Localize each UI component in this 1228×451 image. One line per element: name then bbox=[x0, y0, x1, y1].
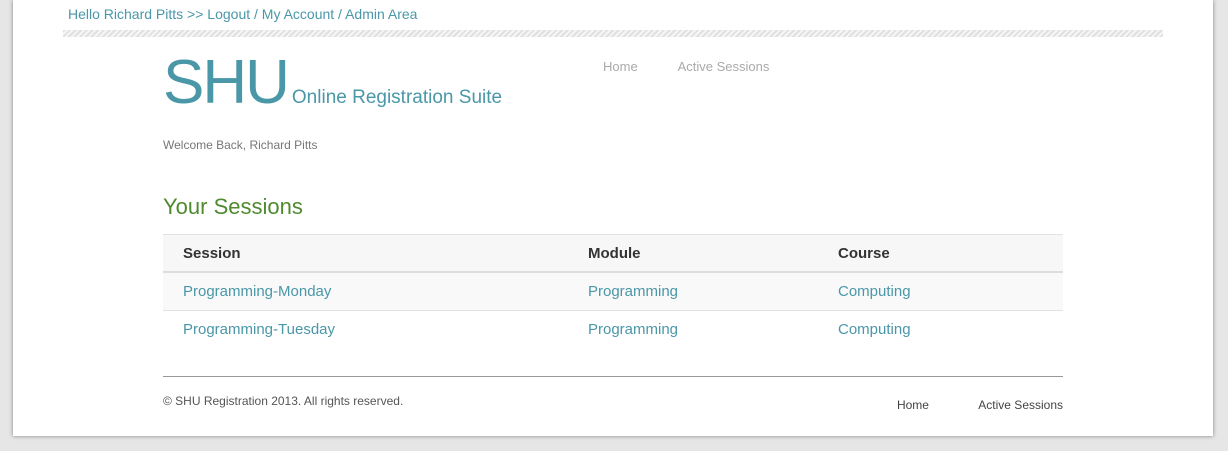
column-header-session: Session bbox=[163, 234, 568, 273]
logo-tagline: Online Registration Suite bbox=[291, 87, 503, 108]
logo-wordmark: SHU bbox=[163, 48, 290, 117]
module-cell: Programming bbox=[568, 272, 818, 311]
separator: / bbox=[250, 6, 262, 22]
nav-home-link[interactable]: Home bbox=[603, 59, 638, 74]
course-link[interactable]: Computing bbox=[838, 321, 911, 338]
module-link[interactable]: Programming bbox=[588, 283, 678, 300]
greeting-text: Hello Richard Pitts bbox=[68, 6, 184, 22]
session-cell: Programming-Monday bbox=[163, 272, 568, 311]
nav-active-sessions-link[interactable]: Active Sessions bbox=[678, 59, 770, 74]
welcome-message: Welcome Back, Richard Pitts bbox=[163, 138, 318, 152]
footer-nav: Home Active Sessions bbox=[851, 398, 1063, 412]
column-header-module: Module bbox=[568, 234, 818, 273]
course-link[interactable]: Computing bbox=[838, 283, 911, 300]
footer-divider bbox=[163, 376, 1063, 377]
copyright-text: © SHU Registration 2013. All rights rese… bbox=[163, 394, 404, 408]
site-logo[interactable]: SHU Online Registration Suite bbox=[163, 52, 502, 114]
course-cell: Computing bbox=[818, 311, 1063, 349]
user-bar: Hello Richard Pitts >> Logout / My Accou… bbox=[68, 6, 417, 22]
session-cell: Programming-Tuesday bbox=[163, 311, 568, 349]
footer-active-sessions-link[interactable]: Active Sessions bbox=[978, 398, 1063, 412]
module-cell: Programming bbox=[568, 311, 818, 349]
module-link[interactable]: Programming bbox=[588, 321, 678, 338]
admin-area-link[interactable]: Admin Area bbox=[345, 6, 417, 22]
page-container: Hello Richard Pitts >> Logout / My Accou… bbox=[13, 0, 1213, 436]
table-row: Programming-Monday Programming Computing bbox=[163, 272, 1063, 311]
page-title: Your Sessions bbox=[163, 194, 303, 219]
course-cell: Computing bbox=[818, 272, 1063, 311]
session-link[interactable]: Programming-Tuesday bbox=[183, 321, 335, 338]
logout-link[interactable]: Logout bbox=[207, 6, 250, 22]
my-account-link[interactable]: My Account bbox=[262, 6, 334, 22]
session-link[interactable]: Programming-Monday bbox=[183, 283, 331, 300]
column-header-course: Course bbox=[818, 234, 1063, 273]
sessions-table: Session Module Course Programming-Monday… bbox=[163, 234, 1063, 348]
separator: / bbox=[334, 6, 346, 22]
main-nav: Home Active Sessions bbox=[603, 59, 806, 74]
footer-home-link[interactable]: Home bbox=[897, 398, 929, 412]
table-header-row: Session Module Course bbox=[163, 234, 1063, 273]
separator: >> bbox=[183, 6, 208, 22]
table-row: Programming-Tuesday Programming Computin… bbox=[163, 311, 1063, 349]
header-divider bbox=[63, 30, 1163, 37]
